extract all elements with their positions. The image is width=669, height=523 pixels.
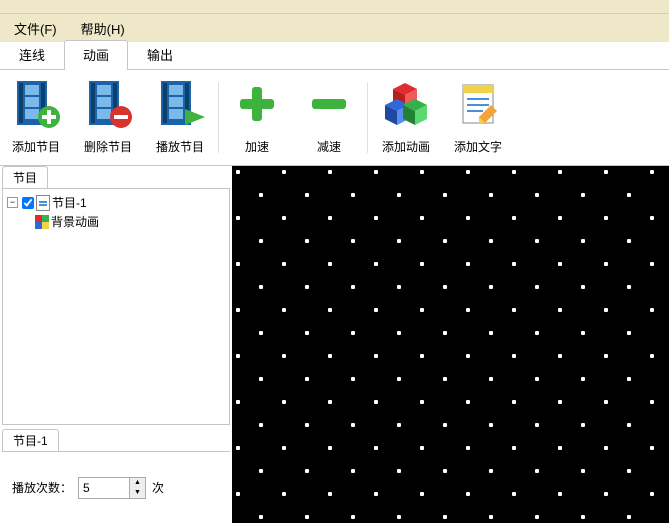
tree-item-label: 节目-1 xyxy=(52,194,87,211)
led-dot-grid xyxy=(232,166,669,523)
toolbar-separator xyxy=(367,82,368,153)
tree-item-program[interactable]: − 节目-1 xyxy=(7,193,225,212)
workspace: 节目 − 节目-1 背景动画 节目-1 xyxy=(0,166,669,523)
play-count-input[interactable] xyxy=(79,478,129,498)
tree-item-label: 背景动画 xyxy=(51,213,99,230)
toolbar: 添加节目 删除节目 xyxy=(0,70,669,166)
preview-canvas[interactable] xyxy=(232,166,669,523)
properties-tab[interactable]: 节目-1 xyxy=(2,429,59,451)
filmstrip-delete-icon xyxy=(81,74,135,134)
menu-help[interactable]: 帮助(H) xyxy=(75,17,131,40)
toolbar-label: 删除节目 xyxy=(84,138,132,155)
delete-program-button[interactable]: 删除节目 xyxy=(72,74,144,161)
left-panel: 节目 − 节目-1 背景动画 节目-1 xyxy=(0,166,232,523)
toolbar-label: 添加动画 xyxy=(382,138,430,155)
program-tree[interactable]: − 节目-1 背景动画 xyxy=(2,188,230,425)
play-count-label: 播放次数： xyxy=(12,479,72,496)
menubar: 文件(F) 帮助(H) xyxy=(0,14,669,42)
spinner-down-button[interactable]: ▼ xyxy=(130,488,145,498)
page-icon xyxy=(36,195,50,211)
play-count-spinner[interactable]: ▲ ▼ xyxy=(78,477,146,499)
toolbar-label: 加速 xyxy=(245,138,269,155)
add-program-button[interactable]: 添加节目 xyxy=(0,74,72,161)
slow-down-button[interactable]: 减速 xyxy=(293,74,365,161)
tabstrip: 连线 动画 输出 xyxy=(0,42,669,70)
titlebar xyxy=(0,0,669,14)
toolbar-label: 播放节目 xyxy=(156,138,204,155)
minus-icon xyxy=(306,74,352,134)
toolbar-label: 减速 xyxy=(317,138,341,155)
filmstrip-play-icon xyxy=(153,74,207,134)
animation-icon xyxy=(35,215,49,229)
toolbar-label: 添加文字 xyxy=(454,138,502,155)
tree-checkbox[interactable] xyxy=(22,197,34,209)
tree-collapse-toggle[interactable]: − xyxy=(7,197,18,208)
toolbar-label: 添加节目 xyxy=(12,138,60,155)
speed-up-button[interactable]: 加速 xyxy=(221,74,293,161)
toolbar-separator xyxy=(218,82,219,153)
spinner-up-button[interactable]: ▲ xyxy=(130,478,145,488)
add-animation-button[interactable]: 添加动画 xyxy=(370,74,442,161)
menu-file[interactable]: 文件(F) xyxy=(8,17,63,40)
tab-animation[interactable]: 动画 xyxy=(64,40,128,70)
filmstrip-add-icon xyxy=(9,74,63,134)
tab-output[interactable]: 输出 xyxy=(128,40,192,70)
blocks-icon xyxy=(381,74,431,134)
tree-panel-tab[interactable]: 节目 xyxy=(2,166,48,188)
add-text-button[interactable]: 添加文字 xyxy=(442,74,514,161)
play-count-unit: 次 xyxy=(152,479,164,496)
play-program-button[interactable]: 播放节目 xyxy=(144,74,216,161)
tab-offline[interactable]: 连线 xyxy=(0,40,64,70)
tree-item-bg-animation[interactable]: 背景动画 xyxy=(7,212,225,231)
notepad-icon xyxy=(453,74,503,134)
properties-pane: 播放次数： ▲ ▼ 次 xyxy=(2,451,230,523)
plus-icon xyxy=(234,74,280,134)
